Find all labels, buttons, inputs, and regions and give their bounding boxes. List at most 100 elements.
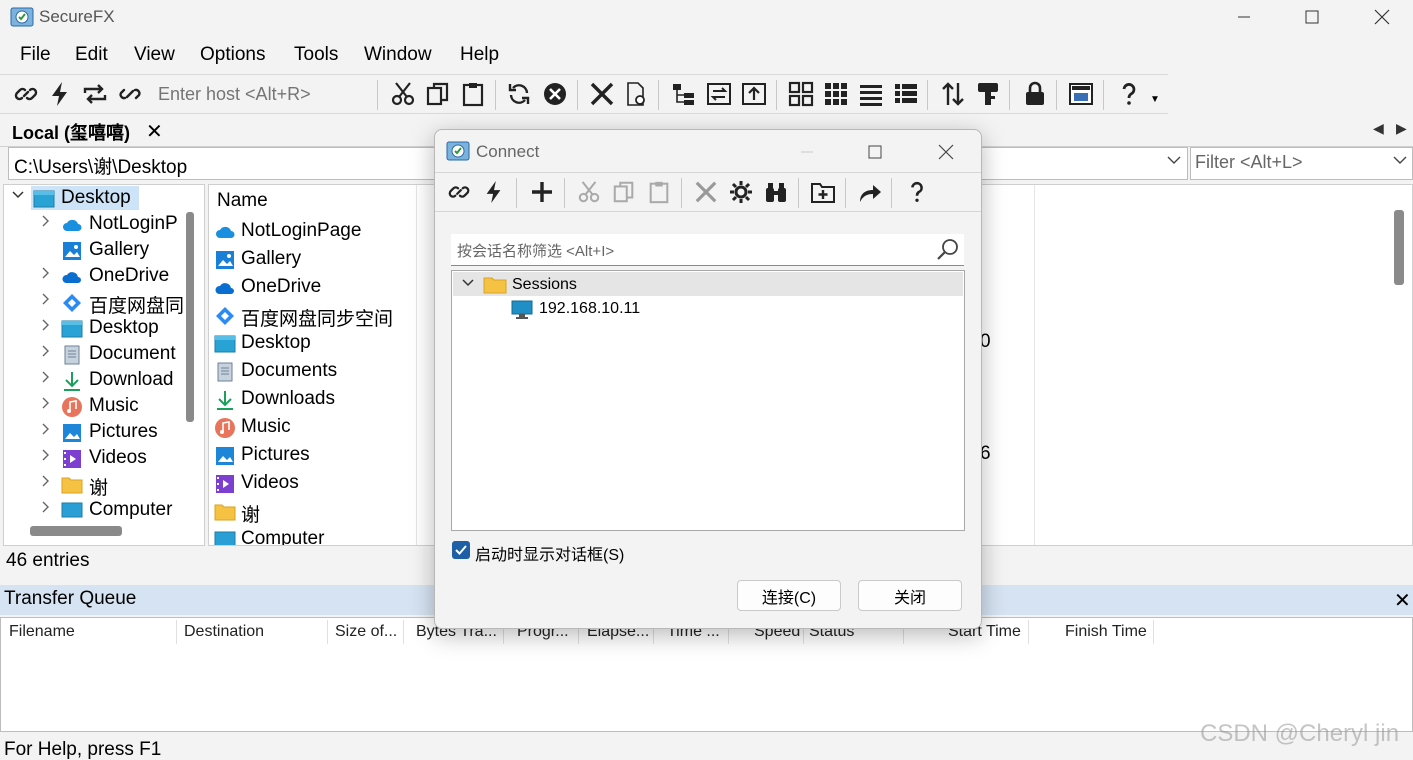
close-window-button[interactable] (1352, 0, 1412, 34)
details-view-button[interactable] (892, 80, 920, 108)
small-icons-icon (825, 83, 847, 105)
dialog-logo-icon (446, 139, 470, 163)
refresh-icon (508, 84, 530, 104)
dialog-paste-button[interactable] (645, 178, 673, 206)
stop-button[interactable] (541, 80, 569, 108)
column-header-filename[interactable]: Filename (9, 623, 75, 641)
file-row[interactable]: NotLoginPage (214, 218, 414, 246)
file-row[interactable]: 百度网盘同步空间 (214, 302, 414, 330)
column-header-destination[interactable]: Destination (184, 623, 264, 641)
plus-icon (532, 182, 552, 202)
dialog-close-button[interactable] (931, 140, 961, 164)
list-icon (860, 85, 882, 106)
column-header-size[interactable]: Size of... (335, 623, 397, 641)
close-icon (1374, 9, 1390, 25)
file-list-vertical-scrollbar[interactable] (1394, 210, 1404, 285)
show-dialog-on-startup-checkbox[interactable] (452, 541, 470, 559)
file-row[interactable]: Documents (214, 358, 414, 386)
connect-dialog-connect-button[interactable]: 连接(C) (737, 580, 841, 611)
toolbar-separator (658, 80, 659, 110)
file-row-label: Computer (241, 528, 325, 545)
filter-dropdown-icon[interactable] (1392, 152, 1408, 168)
maximize-icon (868, 145, 882, 159)
key-agent-button[interactable] (974, 80, 1002, 108)
maximize-icon (1305, 10, 1319, 24)
delete-x-icon (590, 82, 614, 106)
file-row[interactable]: Desktop (214, 330, 414, 358)
tab-scroll-left-icon[interactable]: ◀ (1373, 120, 1384, 137)
list-view-button[interactable] (857, 80, 885, 108)
column-divider (403, 620, 404, 644)
link-icon (448, 186, 470, 198)
binoculars-icon (766, 183, 786, 202)
dialog-quick-connect-button[interactable] (480, 178, 508, 206)
create-shortcut-button[interactable] (856, 178, 884, 206)
toolbar-separator (1009, 80, 1010, 110)
file-row[interactable]: 谢 (214, 498, 414, 526)
file-row-label: 百度网盘同步空间 (241, 309, 394, 330)
toolbar-separator (495, 80, 496, 110)
close-icon (938, 144, 954, 160)
connect-dialog-close-button[interactable]: 关闭 (858, 580, 962, 611)
file-row[interactable]: Gallery (214, 246, 414, 274)
help-button[interactable] (1115, 80, 1143, 108)
small-icons-button[interactable] (822, 80, 850, 108)
file-row[interactable]: Computer (214, 526, 414, 545)
session-options-button[interactable] (727, 178, 755, 206)
refresh-button[interactable] (505, 80, 533, 108)
chevron-down-icon[interactable] (461, 276, 475, 290)
sync-button[interactable] (705, 80, 733, 108)
file-row[interactable]: OneDrive (214, 274, 414, 302)
show-dialog-on-startup-label[interactable]: 启动时显示对话框(S) (475, 541, 624, 565)
toolbar-separator (1103, 80, 1104, 110)
file-row[interactable]: Downloads (214, 386, 414, 414)
help-dropdown-arrow-icon[interactable]: ▼ (1150, 94, 1160, 105)
folder-icon (483, 276, 507, 294)
find-session-button[interactable] (762, 178, 790, 206)
dialog-minimize-button[interactable] (792, 140, 822, 164)
maximize-button[interactable] (1282, 0, 1342, 34)
securecrt-button[interactable] (1067, 80, 1095, 108)
session-item-label[interactable]: 192.168.10.11 (539, 300, 640, 318)
search-icon[interactable] (935, 237, 961, 263)
session-folder-label: Sessions (512, 276, 577, 293)
view-tree-button[interactable] (670, 80, 698, 108)
dialog-delete-button[interactable] (692, 178, 720, 206)
gallery-icon (214, 249, 236, 271)
toolbar-separator (776, 80, 777, 110)
tab-scroll-right-icon[interactable]: ▶ (1396, 120, 1407, 137)
transfer-queue-close-icon[interactable]: ✕ (1394, 588, 1411, 613)
lock-button[interactable] (1021, 80, 1049, 108)
dialog-connect-button[interactable] (445, 178, 473, 206)
file-row[interactable]: Videos (214, 470, 414, 498)
dialog-help-button[interactable] (903, 178, 931, 206)
new-session-button[interactable] (528, 178, 556, 206)
dialog-copy-button[interactable] (610, 178, 638, 206)
file-row[interactable]: Pictures (214, 442, 414, 470)
dialog-maximize-button[interactable] (860, 140, 890, 164)
paste-button[interactable] (459, 80, 487, 108)
file-row-label: NotLoginPage (241, 220, 362, 241)
copy-button[interactable] (424, 80, 452, 108)
dialog-cut-button[interactable] (575, 178, 603, 206)
delete-button[interactable] (588, 80, 616, 108)
upload-button[interactable] (740, 80, 768, 108)
sort-button[interactable] (939, 80, 967, 108)
minimize-button[interactable] (1214, 0, 1274, 34)
large-icons-button[interactable] (787, 80, 815, 108)
details-icon (895, 84, 917, 103)
file-row[interactable]: Music (214, 414, 414, 442)
path-dropdown-icon[interactable] (1166, 152, 1182, 168)
copy-icon (426, 82, 449, 106)
toolbar-separator (891, 178, 892, 208)
column-divider (1153, 620, 1154, 644)
column-divider (1028, 620, 1029, 644)
column-divider (176, 620, 177, 644)
new-folder-button[interactable] (809, 178, 837, 206)
toolbar-separator (577, 80, 578, 110)
properties-button[interactable] (622, 80, 650, 108)
checkmark-icon (455, 545, 467, 555)
file-row-label: Desktop (241, 332, 311, 353)
column-header-finish-time[interactable]: Finish Time (1065, 623, 1147, 641)
menu-help[interactable]: Help (460, 44, 499, 66)
